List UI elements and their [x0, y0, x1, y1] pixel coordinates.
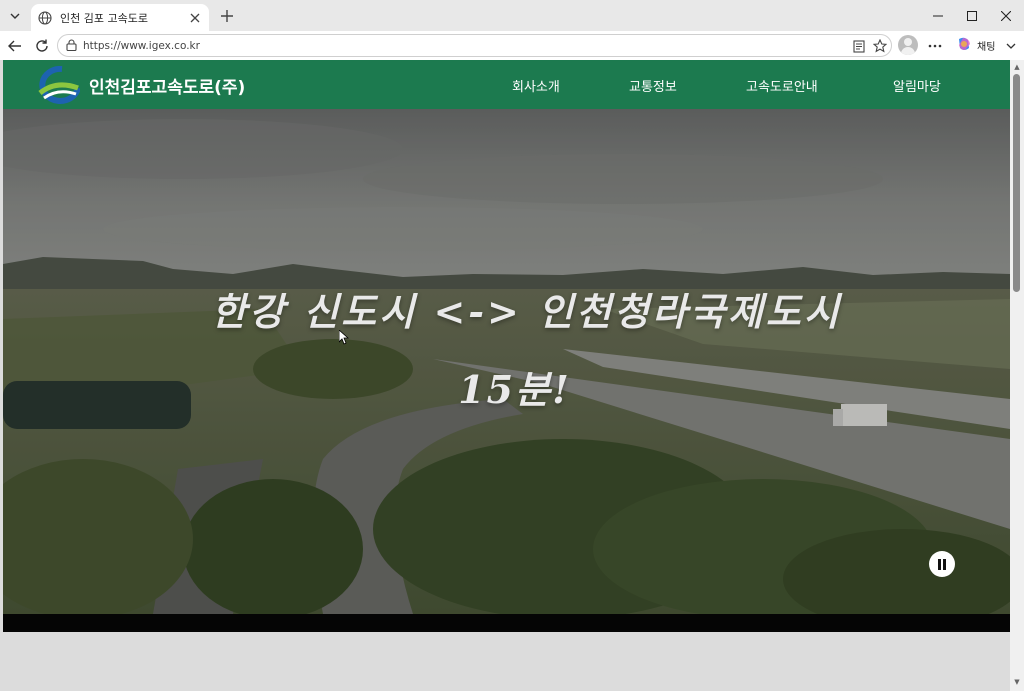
hero-video: 한강 신도시 <-> 인천청라국제도시 15분!	[3, 109, 1010, 614]
pause-button[interactable]	[929, 551, 955, 577]
back-icon[interactable]	[4, 35, 26, 57]
copilot-button[interactable]: 채팅	[950, 34, 1001, 56]
page-scrollbar[interactable]: ▲ ▼	[1010, 60, 1024, 691]
scroll-down-icon[interactable]: ▼	[1013, 678, 1021, 686]
lock-icon[interactable]	[66, 36, 77, 55]
brand-name[interactable]: 인천김포고속도로(주)	[89, 73, 245, 98]
chevron-down-icon[interactable]	[1000, 35, 1022, 57]
video-bottom-bar	[3, 614, 1010, 632]
minimize-icon[interactable]	[921, 0, 955, 31]
tab-title: 인천 김포 고속도로	[60, 11, 148, 25]
maximize-icon[interactable]	[955, 0, 989, 31]
browser-tab[interactable]: 인천 김포 고속도로	[31, 4, 209, 31]
nav-item-traffic[interactable]: 교통정보	[629, 76, 677, 95]
favorite-star-icon[interactable]	[871, 37, 889, 55]
globe-icon	[37, 10, 53, 26]
nav-item-notice[interactable]: 알림마당	[893, 76, 941, 95]
tab-list-icon[interactable]	[4, 5, 26, 27]
scroll-up-icon[interactable]: ▲	[1013, 63, 1021, 71]
hero-subheadline: 15분!	[458, 367, 571, 412]
address-bar[interactable]: https://www.igex.co.kr	[57, 34, 892, 57]
scrollbar-thumb[interactable]	[1013, 74, 1020, 292]
more-icon[interactable]	[924, 35, 946, 57]
reload-icon[interactable]	[31, 35, 53, 57]
site-header: 인천김포고속도로(주) 회사소개 교통정보 고속도로안내 알림마당	[3, 60, 1010, 109]
mouse-cursor-icon	[339, 330, 349, 345]
close-icon[interactable]	[187, 10, 203, 26]
window-close-icon[interactable]	[989, 0, 1023, 31]
nav-item-company[interactable]: 회사소개	[512, 76, 560, 95]
profile-icon[interactable]	[898, 35, 918, 55]
url-text[interactable]: https://www.igex.co.kr	[83, 40, 200, 52]
reading-mode-icon[interactable]	[850, 37, 868, 55]
browser-tab-bar: 인천 김포 고속도로	[0, 0, 1024, 31]
copilot-icon	[956, 36, 972, 55]
browser-toolbar: https://www.igex.co.kr	[0, 31, 1024, 60]
nav-item-highway-guide[interactable]: 고속도로안내	[746, 76, 818, 95]
hero-headline: 한강 신도시 <-> 인천청라국제도시	[211, 289, 842, 334]
plus-icon[interactable]	[216, 5, 238, 27]
company-logo[interactable]	[32, 66, 80, 104]
copilot-label: 채팅	[977, 41, 996, 53]
pause-icon	[937, 555, 947, 574]
page-viewport: 인천김포고속도로(주) 회사소개 교통정보 고속도로안내 알림마당 한강 신도시…	[3, 60, 1010, 691]
